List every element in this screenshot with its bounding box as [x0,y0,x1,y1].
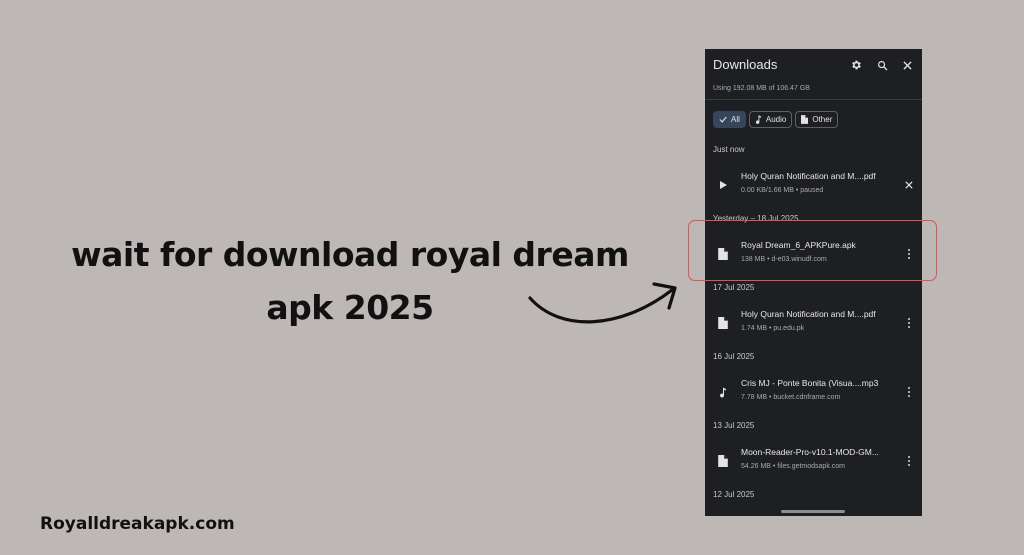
downloads-screen: Downloads Using 192.08 MB of 106.47 GB A… [705,49,922,516]
more-icon[interactable] [902,453,916,469]
gear-icon[interactable] [847,56,865,74]
download-title: Cris MJ - Ponte Bonita (Visua....mp3 [741,378,879,388]
music-note-icon [755,115,762,124]
filter-chip-label: Audio [765,115,787,124]
download-title: Holy Quran Notification and M....pdf [741,309,876,319]
site-name: Royalldreakapk.com [40,514,235,534]
section-header: 12 Jul 2025 [713,490,755,499]
more-icon[interactable] [902,384,916,400]
file-icon [801,115,809,124]
check-icon [719,116,727,123]
filter-chip-all[interactable]: All [713,111,746,128]
download-subtitle: 7.78 MB • bucket.cdnframe.com [741,394,841,401]
close-icon[interactable] [898,56,916,74]
close-icon[interactable] [902,177,916,193]
section-header: 13 Jul 2025 [713,421,755,430]
download-item[interactable]: Holy Quran Notification and M....pdf 0.0… [705,167,922,205]
file-icon [716,316,730,330]
download-title: Moon-Reader-Pro-v10.1-MOD-GM... [741,447,879,457]
file-icon [716,454,730,468]
top-app-bar: Downloads Using 192.08 MB of 106.47 GB [705,49,922,99]
filter-chip-label: Other [812,115,833,124]
section-header: Just now [713,145,745,154]
download-item[interactable]: Holy Quran Notification and M....pdf 1.7… [705,305,922,343]
download-subtitle: 1.74 MB • pu.edu.pk [741,325,805,332]
page-title: Downloads [713,57,778,72]
download-subtitle: 0.00 KB/1.66 MB • paused [741,187,824,194]
filter-chip-audio[interactable]: Audio [748,111,793,128]
play-icon[interactable] [716,178,730,192]
gesture-handle[interactable] [781,510,845,513]
filter-chip-label: All [731,115,740,124]
highlight-box [688,220,937,281]
filter-chip-other[interactable]: Other [795,111,839,128]
divider [705,99,922,100]
download-subtitle: 54.26 MB • files.getmodsapk.com [741,463,845,470]
section-header: 17 Jul 2025 [713,283,755,292]
download-item[interactable]: Moon-Reader-Pro-v10.1-MOD-GM... 54.26 MB… [705,443,922,481]
section-header: 16 Jul 2025 [713,352,755,361]
download-title: Holy Quran Notification and M....pdf [741,171,876,181]
curved-arrow-icon [528,282,677,324]
filter-chips: All Audio Other [713,111,839,128]
more-icon[interactable] [902,315,916,331]
music-note-icon [716,385,730,399]
search-icon[interactable] [873,56,891,74]
download-item[interactable]: Cris MJ - Ponte Bonita (Visua....mp3 7.7… [705,374,922,412]
storage-usage: Using 192.08 MB of 106.47 GB [713,85,810,92]
